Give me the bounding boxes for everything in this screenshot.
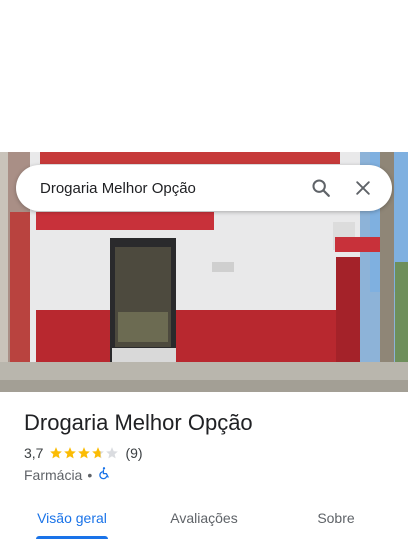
place-category: Farmácia	[24, 466, 83, 483]
rating-row[interactable]: 3,7 (9)	[24, 445, 143, 461]
star-half-icon	[92, 447, 105, 459]
wheelchair-icon	[97, 466, 111, 483]
rating-value: 3,7	[24, 445, 44, 461]
place-title: Drogaria Melhor Opção	[24, 410, 253, 435]
star-icon	[64, 447, 77, 459]
reviews-count[interactable]: (9)	[125, 445, 142, 461]
star-icon	[50, 447, 63, 459]
star-rating	[49, 446, 119, 460]
map-blank-area	[0, 0, 408, 152]
star-empty-icon	[106, 447, 119, 459]
tab-about[interactable]: Sobre	[300, 496, 372, 540]
separator-dot: •	[87, 466, 93, 483]
search-input[interactable]	[40, 179, 296, 197]
active-tab-indicator	[36, 536, 108, 539]
search-icon[interactable]	[304, 171, 338, 205]
tab-overview[interactable]: Visão geral	[24, 496, 120, 540]
search-bar[interactable]	[16, 165, 392, 211]
category-row: Farmácia •	[24, 466, 111, 483]
close-icon[interactable]	[346, 171, 380, 205]
star-icon	[78, 447, 91, 459]
place-tabs: Visão geral Avaliações Sobre	[0, 496, 408, 544]
tab-reviews[interactable]: Avaliações	[156, 496, 252, 540]
